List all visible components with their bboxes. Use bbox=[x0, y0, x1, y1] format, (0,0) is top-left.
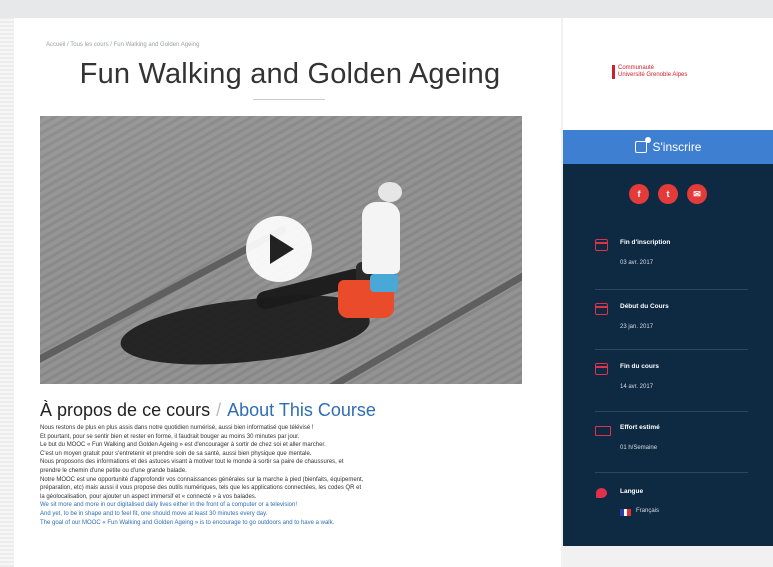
description-line: prendre le chemin d'une petite ou d'une … bbox=[40, 467, 187, 474]
heading-separator: / bbox=[216, 400, 222, 420]
description-line: Et pourtant, pour se sentir bien et rest… bbox=[40, 433, 300, 440]
enroll-icon bbox=[634, 137, 651, 153]
description-line-en: And yet, to be in shape and to feel fit,… bbox=[40, 510, 268, 517]
info-divider bbox=[595, 411, 748, 412]
calendar-icon bbox=[595, 363, 608, 375]
logo-line: Université Grenoble Alpes bbox=[618, 72, 688, 78]
info-title: Fin du cours bbox=[620, 363, 659, 370]
info-divider bbox=[595, 289, 748, 290]
bucket bbox=[370, 274, 398, 292]
description-line: Le but du MOOC « Fun Walking and Golden … bbox=[40, 442, 326, 449]
description-line: C'est un moyen gratuit pour s'entretenir… bbox=[40, 450, 312, 457]
title-divider bbox=[253, 99, 325, 100]
top-bar bbox=[0, 0, 773, 18]
logo-line: Communauté bbox=[618, 65, 655, 71]
logo-text: Communauté Université Grenoble Alpes bbox=[618, 65, 687, 79]
page-left-edge bbox=[0, 18, 14, 567]
calendar-icon bbox=[595, 239, 608, 251]
description-line-en: We sit more and more in our digitalised … bbox=[40, 502, 298, 509]
about-heading-fr: À propos de ce cours bbox=[40, 400, 211, 420]
university-logo[interactable]: Communauté Université Grenoble Alpes bbox=[612, 65, 687, 79]
info-title: Fin d'inscription bbox=[620, 239, 671, 246]
walker-figure bbox=[378, 182, 402, 202]
french-flag-icon bbox=[620, 509, 632, 516]
description-line: Notre MOOC est une opportunité d'approfo… bbox=[40, 476, 364, 483]
course-description: Nous restons de plus en plus assis dans … bbox=[40, 424, 540, 527]
facebook-icon[interactable]: f bbox=[629, 184, 649, 204]
email-icon[interactable]: ✉ bbox=[687, 184, 707, 204]
info-divider bbox=[595, 349, 748, 350]
play-button[interactable] bbox=[246, 216, 312, 282]
enroll-label: S'inscrire bbox=[652, 140, 702, 154]
description-line: Nous proposons des informations et des a… bbox=[40, 459, 344, 466]
info-divider bbox=[595, 472, 748, 473]
info-title: Langue bbox=[620, 488, 644, 495]
info-title: Début du Cours bbox=[620, 303, 669, 310]
enroll-button[interactable]: S'inscrire bbox=[563, 130, 773, 164]
share-buttons: f t ✉ bbox=[629, 184, 707, 204]
info-value: Français bbox=[636, 508, 660, 514]
description-line: la géolocalisation, pour ajouter un aspe… bbox=[40, 493, 257, 500]
clock-icon bbox=[595, 426, 611, 436]
logo-mark bbox=[612, 65, 615, 79]
description-line-en: The goal of our MOOC « Fun Walking and G… bbox=[40, 519, 335, 526]
description-line: Nous restons de plus en plus assis dans … bbox=[40, 425, 314, 431]
course-info-panel bbox=[563, 164, 773, 546]
info-value: 14 avr. 2017 bbox=[620, 384, 654, 390]
course-video[interactable] bbox=[40, 116, 522, 384]
twitter-icon[interactable]: t bbox=[658, 184, 678, 204]
about-heading-en[interactable]: About This Course bbox=[227, 400, 376, 420]
calendar-icon bbox=[595, 303, 608, 315]
play-icon bbox=[270, 234, 294, 264]
description-line: préparation, etc) mais aussi il vous pro… bbox=[40, 485, 362, 492]
walker-figure bbox=[362, 202, 400, 274]
breadcrumb[interactable]: Accueil / Tous les cours / Fun Walking a… bbox=[46, 42, 199, 48]
speech-bubble-icon bbox=[596, 488, 607, 498]
about-heading: À propos de ce cours / About This Course bbox=[40, 400, 376, 421]
page-title: Fun Walking and Golden Ageing bbox=[79, 58, 501, 90]
info-title: Effort estimé bbox=[620, 424, 660, 431]
info-value: 03 avr. 2017 bbox=[620, 260, 654, 266]
info-value: 01 h/Semaine bbox=[620, 445, 658, 451]
info-value: 23 jan. 2017 bbox=[620, 324, 654, 330]
